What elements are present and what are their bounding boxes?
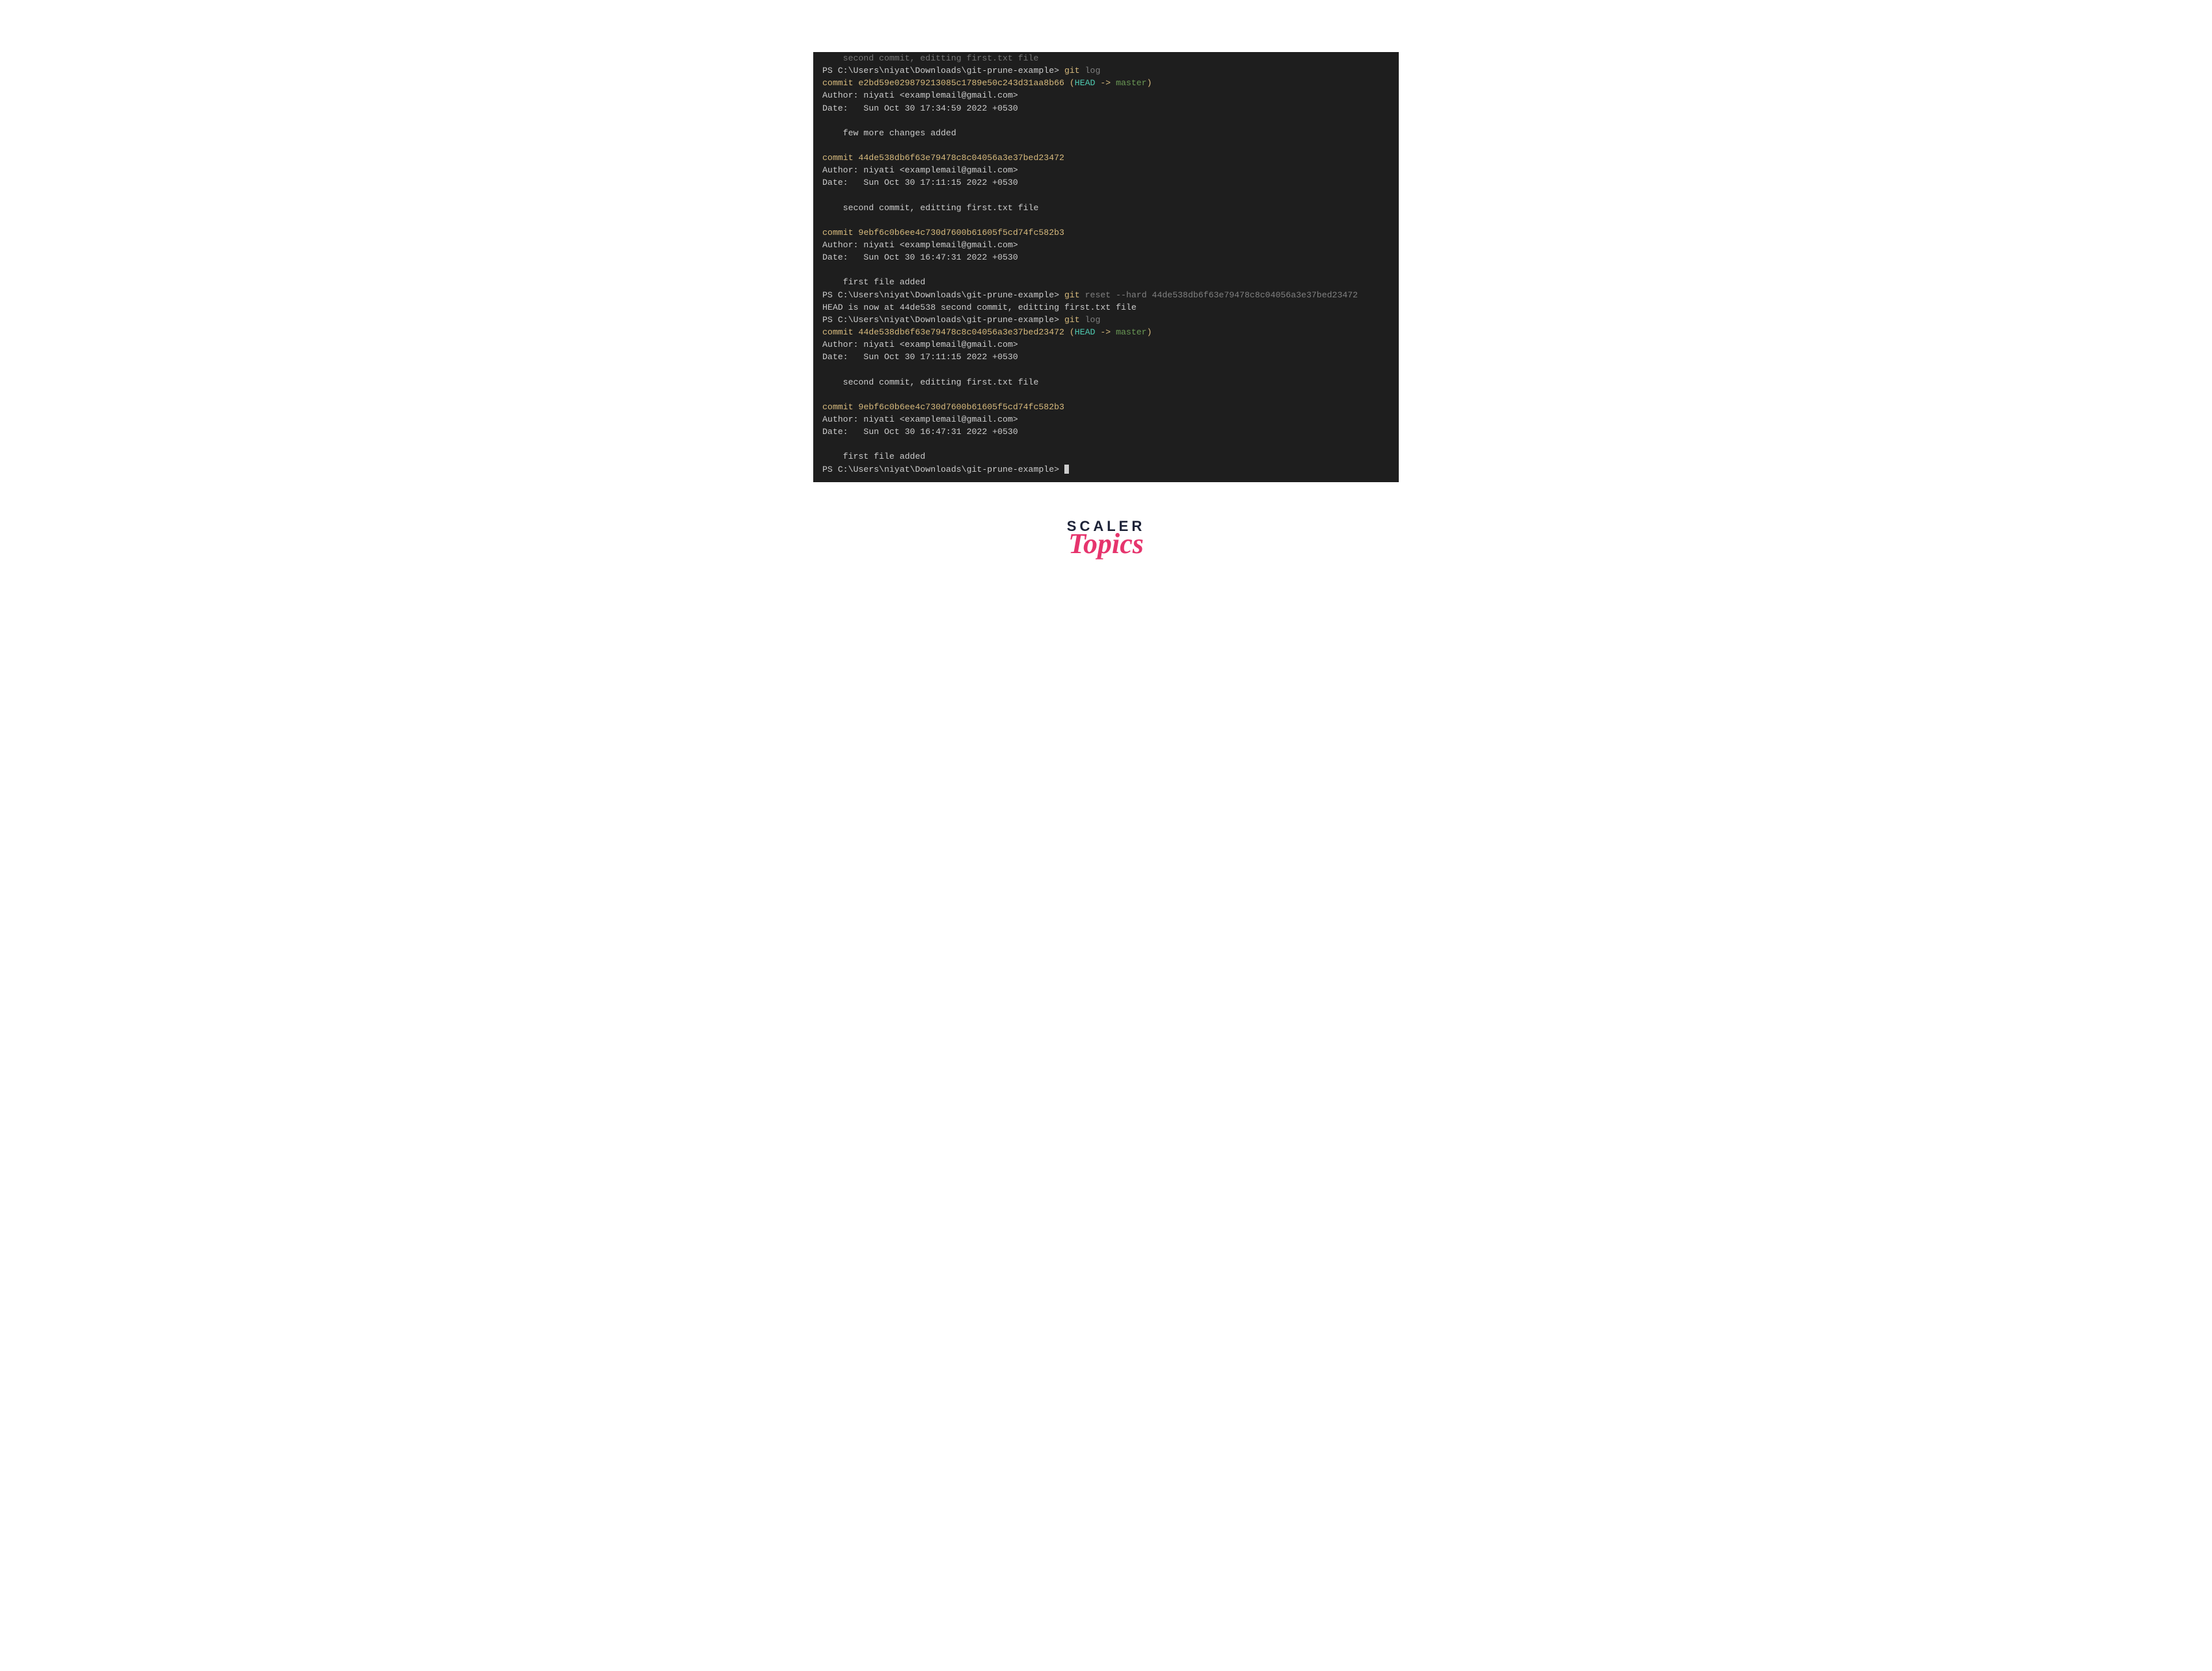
commit-line: commit 9ebf6c0b6ee4c730d7600b61605f5cd74…: [822, 226, 1390, 239]
commit-message: first file added: [822, 276, 1390, 288]
prompt-line-1: PS C:\Users\niyat\Downloads\git-prune-ex…: [822, 64, 1390, 77]
commit-message: second commit, editting first.txt file: [822, 202, 1390, 214]
date-line: Date: Sun Oct 30 17:11:15 2022 +0530: [822, 176, 1390, 189]
clipped-previous-output: second commit, editting first.txt file: [822, 52, 1390, 64]
scaler-topics-logo: SCALER Topics: [1067, 518, 1145, 560]
commit-line: commit 9ebf6c0b6ee4c730d7600b61605f5cd74…: [822, 401, 1390, 413]
author-line: Author: niyati <examplemail@gmail.com>: [822, 413, 1390, 426]
author-line: Author: niyati <examplemail@gmail.com>: [822, 338, 1390, 351]
author-line: Author: niyati <examplemail@gmail.com>: [822, 239, 1390, 251]
reset-output: HEAD is now at 44de538 second commit, ed…: [822, 301, 1390, 314]
terminal-window[interactable]: second commit, editting first.txt file P…: [813, 52, 1399, 482]
date-line: Date: Sun Oct 30 16:47:31 2022 +0530: [822, 426, 1390, 438]
date-line: Date: Sun Oct 30 17:11:15 2022 +0530: [822, 351, 1390, 363]
date-line: Date: Sun Oct 30 17:34:59 2022 +0530: [822, 102, 1390, 115]
prompt-path: PS C:\Users\niyat\Downloads\git-prune-ex…: [822, 66, 1059, 75]
commit-message: second commit, editting first.txt file: [822, 376, 1390, 388]
author-line: Author: niyati <examplemail@gmail.com>: [822, 89, 1390, 102]
date-line: Date: Sun Oct 30 16:47:31 2022 +0530: [822, 251, 1390, 264]
prompt-line-2: PS C:\Users\niyat\Downloads\git-prune-ex…: [822, 314, 1390, 326]
commit-line: commit 44de538db6f63e79478c8c04056a3e37b…: [822, 326, 1390, 338]
commit-line: commit 44de538db6f63e79478c8c04056a3e37b…: [822, 152, 1390, 164]
commit-message: few more changes added: [822, 127, 1390, 139]
prompt-line-final[interactable]: PS C:\Users\niyat\Downloads\git-prune-ex…: [822, 463, 1390, 476]
cmd-git: git: [1064, 66, 1080, 75]
logo-line-2: Topics: [1067, 527, 1145, 560]
author-line: Author: niyati <examplemail@gmail.com>: [822, 164, 1390, 176]
commit-line: commit e2bd59e029879213085c1789e50c243d3…: [822, 77, 1390, 89]
cmd-log: log: [1085, 66, 1101, 75]
prompt-line-reset: PS C:\Users\niyat\Downloads\git-prune-ex…: [822, 289, 1390, 301]
commit-message: first file added: [822, 450, 1390, 463]
cursor-icon: [1064, 465, 1069, 474]
